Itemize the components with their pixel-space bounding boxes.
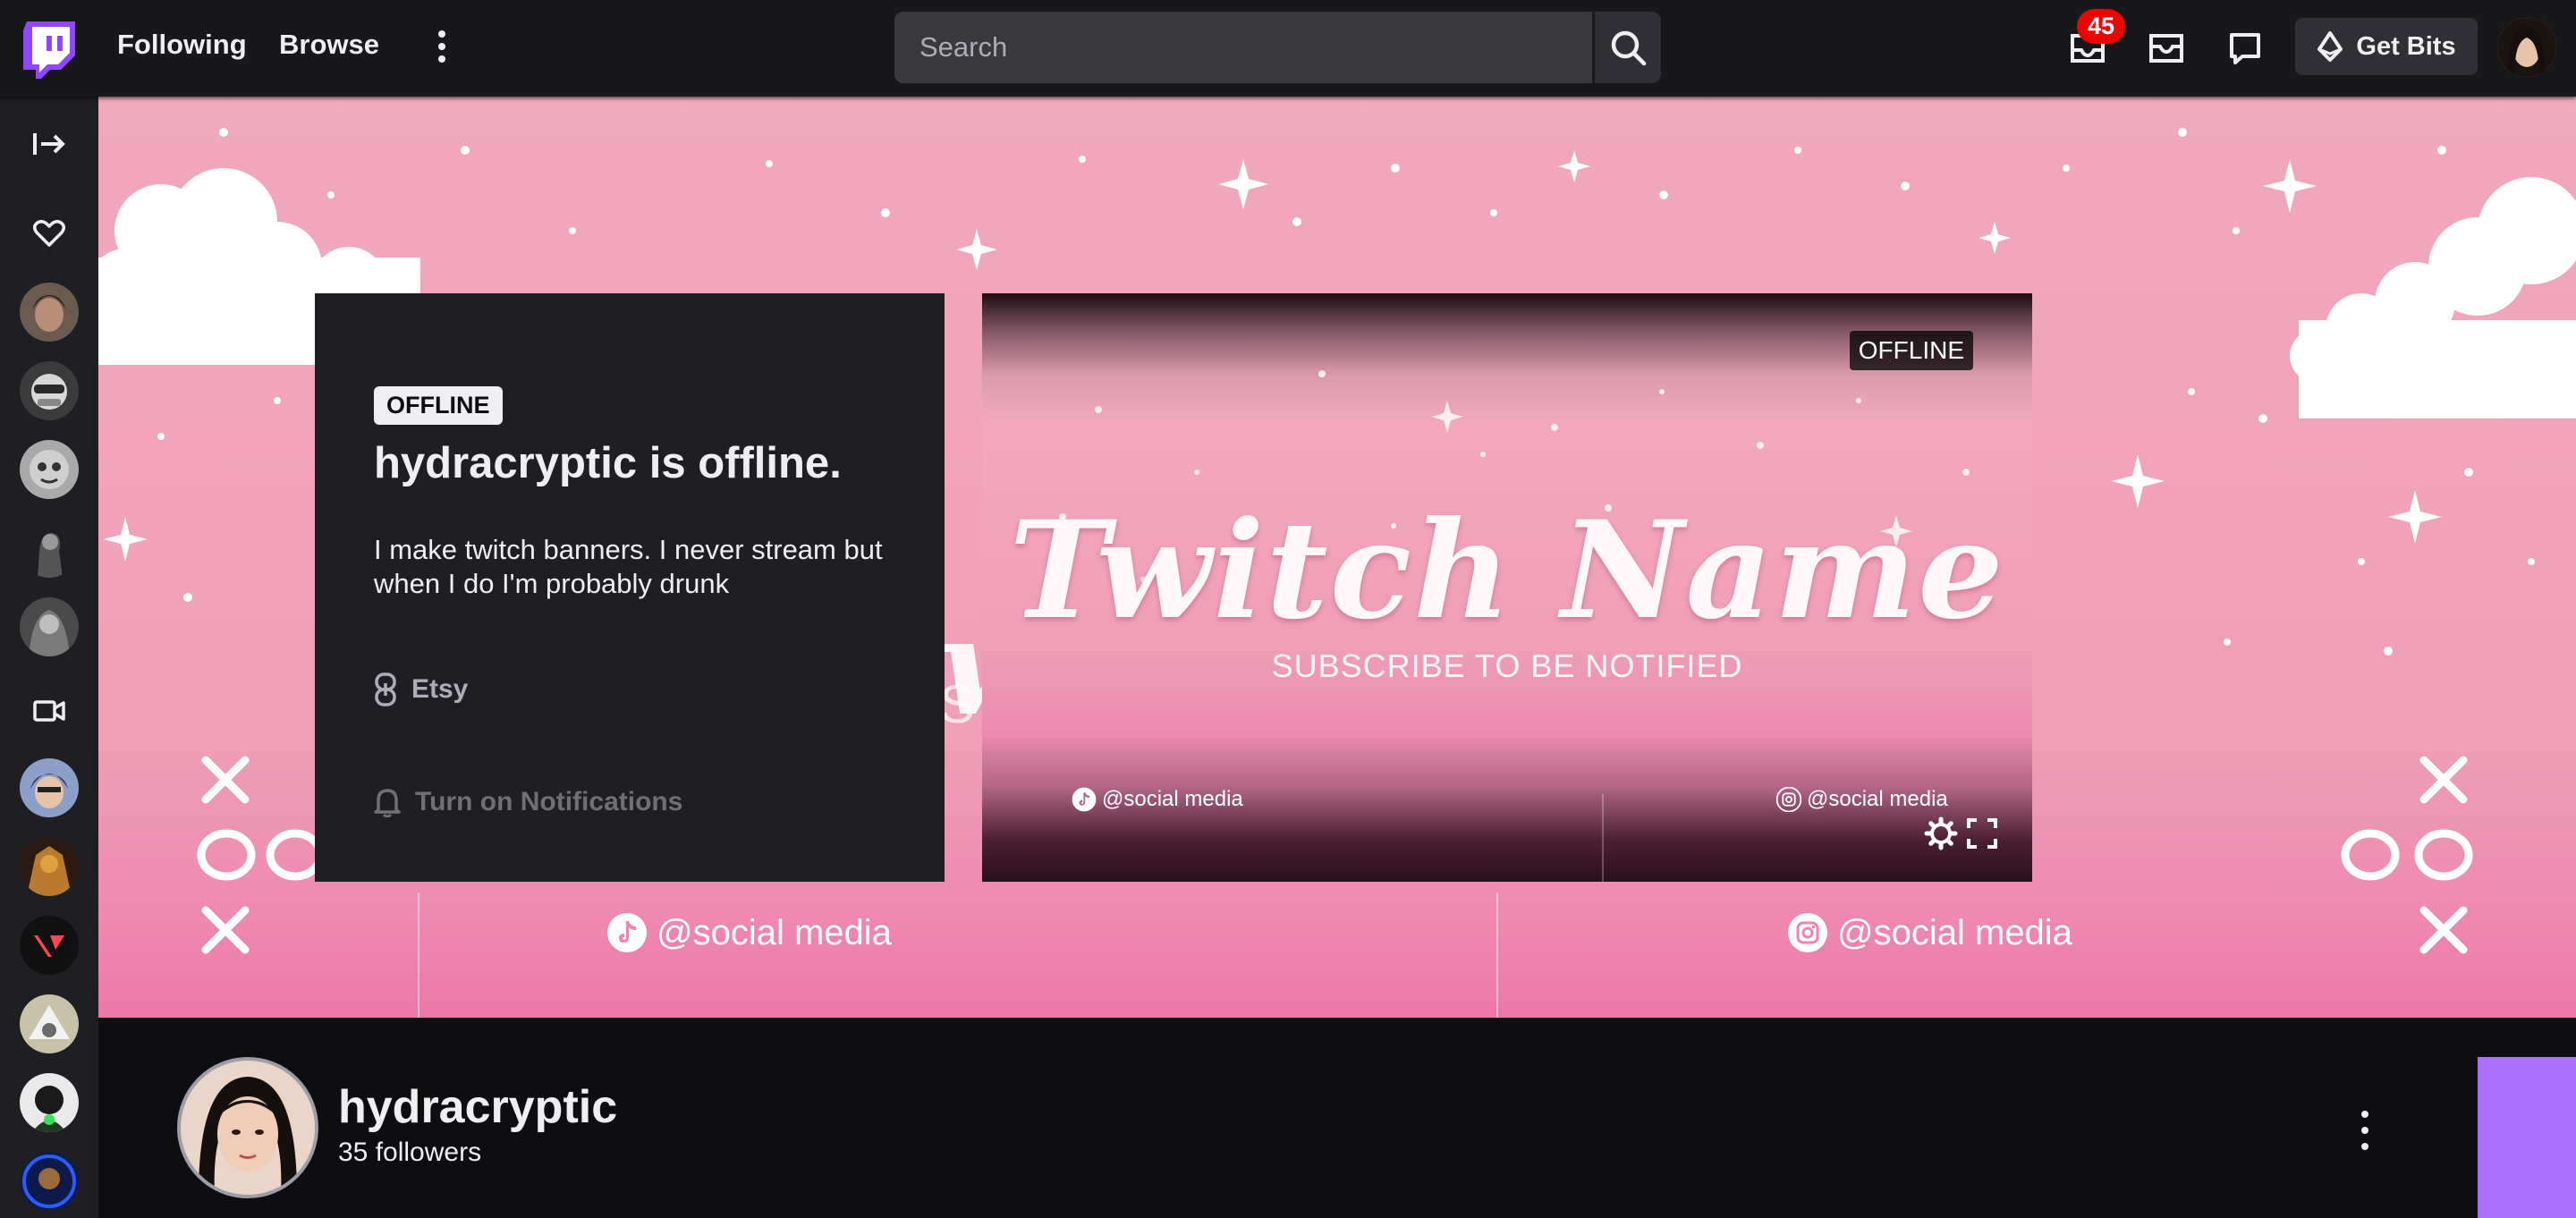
player-social-left: @social media: [1102, 787, 1243, 811]
sidebar-channel-avatar[interactable]: [20, 440, 79, 499]
mail-icon: [2149, 34, 2183, 63]
player-social-tiktok: @social media: [1072, 787, 1243, 812]
banner-social-left: @social media: [657, 912, 892, 952]
offline-badge: OFFLINE: [374, 386, 503, 425]
sidebar-channel-avatar[interactable]: [20, 361, 79, 420]
fullscreen-icon: [1967, 818, 1997, 849]
banner-social-right: @social media: [1837, 912, 2072, 952]
sidebar-channel-avatar[interactable]: [20, 994, 79, 1053]
bits-icon: [2318, 31, 2343, 62]
player-social-right: @social media: [1807, 787, 1948, 811]
search-icon: [1611, 30, 1647, 66]
notifications-label: Turn on Notifications: [415, 787, 683, 816]
search-button[interactable]: [1595, 12, 1661, 83]
tiktok-icon: [1072, 787, 1097, 812]
offline-info-card: OFFLINE hydracryptic is offline. I make …: [315, 293, 945, 882]
instagram-icon: [1776, 787, 1801, 812]
sidebar-channel-avatar[interactable]: [20, 1152, 79, 1211]
channel-name[interactable]: hydracryptic: [338, 1080, 617, 1134]
nav-browse[interactable]: Browse: [279, 29, 379, 61]
settings-icon: [1924, 816, 1958, 850]
sidebar-channel-avatar[interactable]: [20, 597, 79, 656]
player-banner-subtitle: SUBSCRIBE TO BE NOTIFIED: [1271, 647, 1743, 684]
player-fullscreen-button[interactable]: [1964, 816, 2000, 851]
sidebar-channel-avatar[interactable]: [20, 283, 79, 342]
more-icon[interactable]: [2358, 1111, 2372, 1150]
top-navigation: Following Browse 45 Get Bits: [0, 0, 2576, 97]
notifications-badge: 45: [2077, 9, 2126, 44]
etsy-link[interactable]: Etsy: [374, 672, 468, 706]
follower-count: 35 followers: [338, 1138, 482, 1167]
collapse-icon: [33, 133, 65, 155]
offline-title: hydracryptic is offline.: [374, 439, 842, 487]
link-icon: [375, 672, 396, 706]
user-avatar[interactable]: [2497, 18, 2556, 77]
video-camera-icon: [33, 700, 65, 722]
get-bits-button[interactable]: Get Bits: [2295, 18, 2478, 75]
svg-text:S: S: [939, 674, 975, 734]
twitch-logo-icon[interactable]: [23, 21, 75, 79]
sidebar-channel-avatar[interactable]: [20, 1073, 79, 1132]
channel-avatar[interactable]: [177, 1057, 318, 1198]
follow-button-edge[interactable]: [2478, 1057, 2576, 1218]
channel-description: I make twitch banners. I never stream bu…: [374, 534, 883, 599]
tiktok-icon: [607, 913, 647, 952]
collapse-sidebar-button[interactable]: [25, 120, 73, 168]
banner-social-instagram: @social media: [1787, 912, 2072, 953]
sidebar-channel-avatar[interactable]: [20, 916, 79, 975]
recommended-videos-button[interactable]: [25, 687, 73, 735]
player-social-instagram: @social media: [1776, 787, 1948, 812]
etsy-link-label: Etsy: [411, 674, 469, 704]
more-icon[interactable]: [431, 27, 453, 66]
video-player[interactable]: OFFLINE Twitch Name SUBSCRIBE TO BE NOTI…: [982, 293, 2032, 882]
heart-icon: [33, 219, 65, 247]
player-offline-badge: OFFLINE: [1849, 331, 1973, 370]
search-input[interactable]: [896, 13, 1590, 81]
banner-social-tiktok: @social media: [606, 912, 892, 953]
inbox-button[interactable]: [2145, 27, 2188, 70]
sidebar-channel-avatar[interactable]: [20, 758, 79, 817]
channel-info-bar: hydracryptic 35 followers: [98, 1018, 2478, 1218]
whispers-button[interactable]: [2224, 27, 2267, 70]
sidebar-channel-avatar[interactable]: [20, 519, 79, 578]
player-banner-title: Twitch Name: [1009, 492, 2005, 649]
get-bits-label: Get Bits: [2356, 31, 2456, 61]
instagram-icon: [1788, 913, 1827, 952]
turn-on-notifications-button[interactable]: Turn on Notifications: [374, 787, 682, 817]
sidebar-channel-avatar[interactable]: [20, 837, 79, 896]
bell-icon: [374, 789, 401, 817]
followed-channels-button[interactable]: [25, 209, 73, 258]
nav-following[interactable]: Following: [117, 29, 247, 61]
whispers-icon: [2230, 33, 2260, 64]
search-box: [894, 12, 1592, 83]
sidebar: [0, 97, 98, 1218]
player-settings-button[interactable]: [1923, 816, 1959, 851]
